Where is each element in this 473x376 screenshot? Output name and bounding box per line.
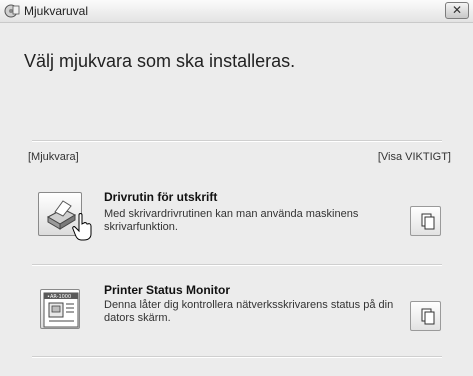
top-divider (32, 140, 442, 142)
close-button[interactable]: ✕ (445, 2, 469, 19)
middle-divider (32, 264, 442, 266)
printer-driver-title[interactable]: Drivrutin för utskrift (104, 190, 217, 204)
svg-text:•AR-1000: •AR-1000 (47, 294, 71, 300)
mouse-cursor-icon (72, 212, 92, 242)
show-important-link[interactable]: [Visa VIKTIGT] (378, 151, 451, 163)
software-section-label: [Mjukvara] (28, 151, 79, 163)
install-status-monitor-button[interactable]: •AR-1000 (40, 289, 80, 329)
printer-driver-info-button[interactable] (410, 206, 441, 236)
page-heading: Välj mjukvara som ska installeras. (24, 51, 296, 71)
status-monitor-title[interactable]: Printer Status Monitor (104, 283, 230, 297)
window-title: Mjukvaruval (24, 4, 89, 18)
title-bar: Mjukvaruval ✕ (0, 0, 473, 23)
status-monitor-info-button[interactable] (410, 301, 441, 331)
status-monitor-description: Denna låter dig kontrollera nätverksskri… (104, 299, 394, 324)
bottom-divider (32, 356, 442, 358)
printer-driver-description: Med skrivardrivrutinen kan man använda m… (104, 208, 359, 233)
app-icon (3, 2, 21, 20)
